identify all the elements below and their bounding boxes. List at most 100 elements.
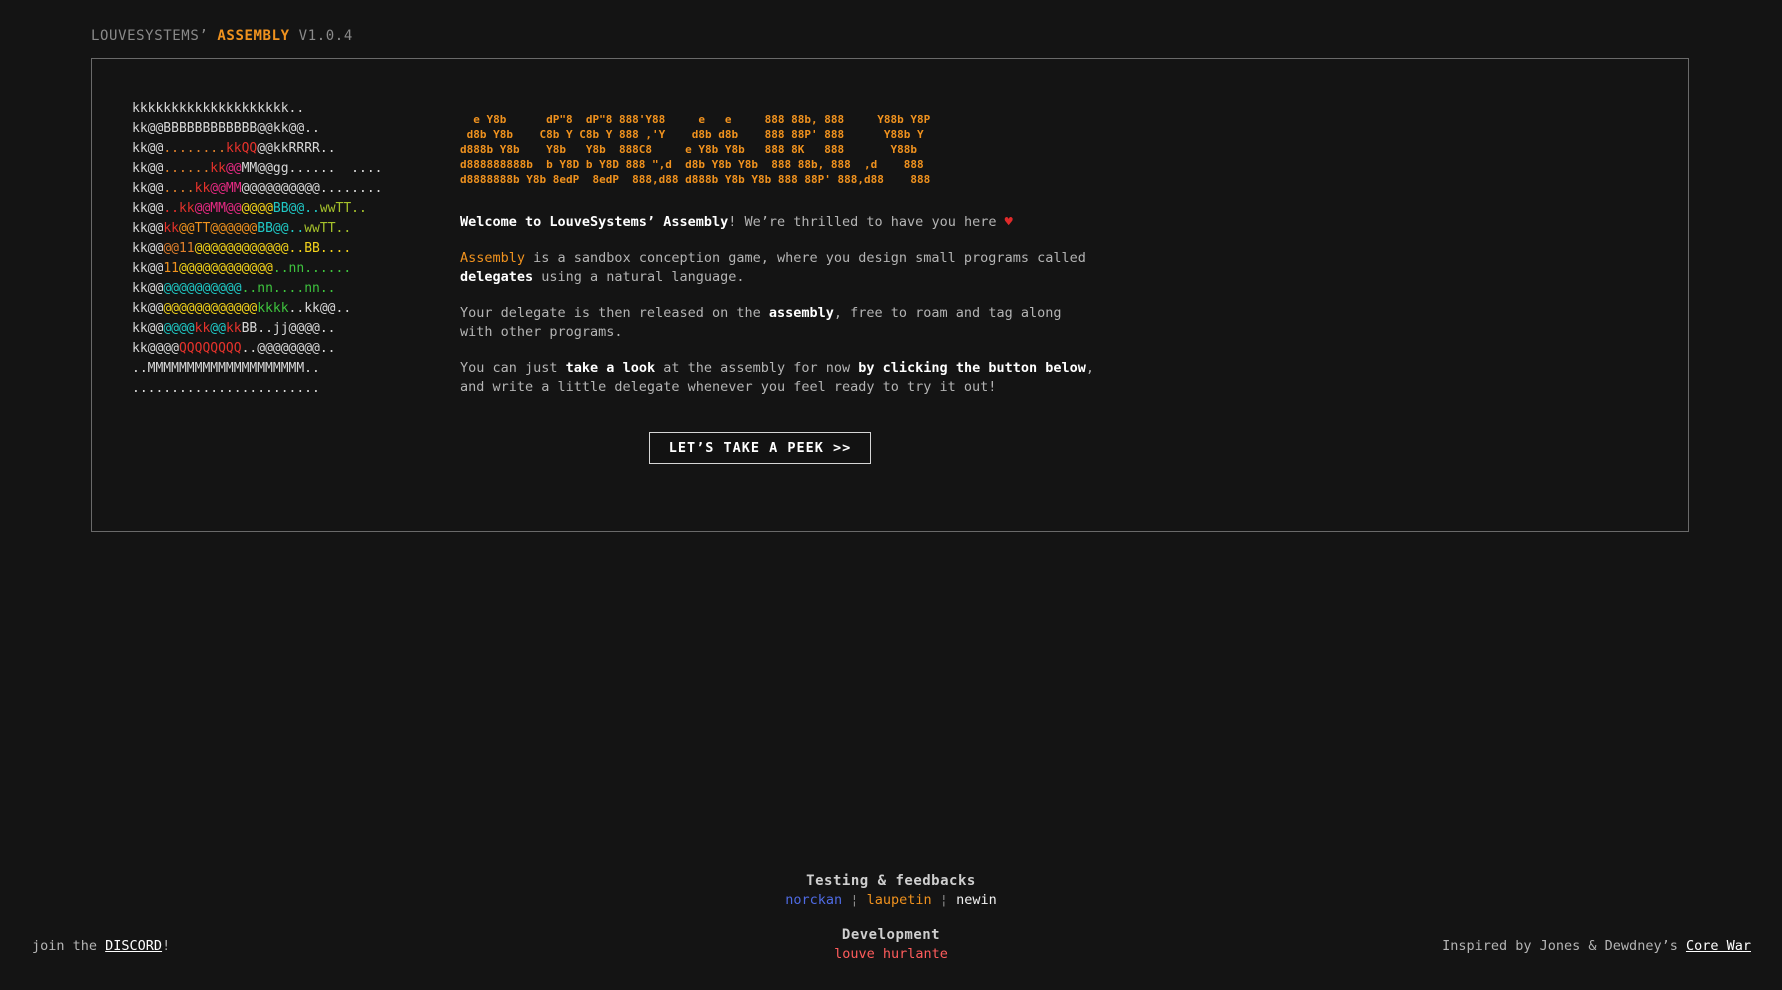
ascii-art-segment: @@ bbox=[241, 181, 258, 196]
language-text: using a natural language. bbox=[533, 269, 745, 285]
click-button-bold: by clicking the button below bbox=[858, 359, 1086, 376]
company-name: LOUVESYSTEMS’ bbox=[91, 28, 209, 44]
ascii-art-segment: ..@@@@@@@@.. bbox=[241, 341, 336, 356]
welcome-text: Welcome to LouveSystems’ bbox=[460, 214, 656, 230]
peek-text-1: You can just bbox=[460, 359, 566, 376]
app-header: LOUVESYSTEMS’ ASSEMBLY V1.0.4 bbox=[91, 28, 353, 44]
ascii-art-segment: @@kkRRRR.. bbox=[257, 141, 336, 156]
ascii-art-segment: @@@@@@@@........ bbox=[257, 181, 383, 196]
delegates-word: delegates bbox=[460, 269, 534, 285]
logo-line: e Y8b dP"8 dP"8 888'Y88 e e 888 88b, 888… bbox=[460, 113, 931, 126]
tester-norckan: norckan bbox=[785, 892, 843, 908]
assembly-bold: assembly bbox=[768, 304, 834, 321]
intro-paragraph-welcome: Welcome to LouveSystems’ Assembly! We’re… bbox=[460, 213, 1100, 233]
developer-louve-hurlante: louve hurlante bbox=[834, 946, 948, 962]
ascii-art-segment: wwTT.. bbox=[319, 201, 367, 216]
ascii-art-segment: @@MM@@ bbox=[194, 201, 242, 216]
ascii-art-segment: ........ bbox=[163, 141, 226, 156]
version-label: V1.0.4 bbox=[298, 28, 353, 44]
release-text: Your delegate is then released on the bbox=[460, 304, 769, 321]
assembly-ascii-logo: e Y8b dP"8 dP"8 888'Y88 e e 888 88b, 888… bbox=[460, 112, 930, 187]
heart-icon: ♥ bbox=[1004, 214, 1013, 230]
ascii-art-segment: kk@@ bbox=[132, 301, 164, 316]
ascii-art-segment: kk@@ bbox=[132, 141, 164, 156]
intro-paragraph-sandbox: Assembly is a sandbox conception game, w… bbox=[460, 249, 1100, 288]
logo-line: d888b Y8b Y8b Y8b 888C8 e Y8b Y8b 888 8K… bbox=[460, 143, 917, 156]
ascii-art-segment: kk bbox=[163, 221, 179, 236]
inspiration-note: Inspired by Jones & Dewdney’s Core War bbox=[1442, 938, 1751, 954]
separator: ¦ bbox=[939, 892, 948, 908]
ascii-art-line: kk@@@@@@@@@@@@@@kkkk..kk@@.. bbox=[132, 299, 382, 319]
peek-text-2: at the assembly for now bbox=[655, 359, 859, 376]
ascii-art-segment: @@@@@@@@@@@@ bbox=[163, 301, 258, 316]
ascii-art-segment: kk@@ bbox=[132, 201, 164, 216]
ascii-art-segment: 11 bbox=[163, 261, 179, 276]
ascii-art-segment: kk@@ bbox=[132, 221, 164, 236]
join-text: join the bbox=[32, 938, 106, 954]
ascii-art-line: kk@@@@@@@@@@@@..nn....nn.. bbox=[132, 279, 382, 299]
ascii-art-segment: kkkk bbox=[257, 301, 289, 316]
take-a-peek-button[interactable]: LET’S TAKE A PEEK >> bbox=[649, 432, 871, 464]
ascii-art-segment: ..MMMMMMMMMMMMMMMMMMMM.. bbox=[132, 361, 320, 376]
tester-laupetin: laupetin bbox=[866, 892, 932, 908]
ascii-art-segment: @@11 bbox=[163, 241, 195, 256]
ascii-art-segment: kk@@BBBBBBBBBBBB@@kk@@.. bbox=[132, 121, 320, 136]
ascii-art-line: kk@@........kkQQ@@kkRRRR.. bbox=[132, 139, 382, 159]
discord-link[interactable]: DISCORD bbox=[105, 938, 162, 954]
intro-paragraph-peek: You can just take a look at the assembly… bbox=[460, 359, 1100, 398]
sandbox-text: is a sandbox conception game, where you … bbox=[525, 249, 1086, 266]
ascii-art-illustration: kkkkkkkkkkkkkkkkkkkk.. kk@@BBBBBBBBBBBB@@… bbox=[132, 99, 382, 399]
tester-newin: newin bbox=[956, 892, 997, 908]
testing-credits: Testing & feedbacks norckan ¦ laupetin ¦… bbox=[0, 873, 1782, 908]
ascii-art-segment: kk@@ bbox=[132, 281, 164, 296]
separator: ¦ bbox=[850, 892, 859, 908]
ascii-art-segment: @@@@ bbox=[163, 321, 195, 336]
core-war-link[interactable]: Core War bbox=[1686, 938, 1751, 954]
assembly-highlight: Assembly bbox=[663, 214, 729, 230]
ascii-art-segment: kk@@@@ bbox=[132, 341, 179, 356]
ascii-art-segment: @@@@@@@@@@@@ bbox=[178, 261, 273, 276]
logo-line: d8888888b Y8b 8edP 8edP 888,d88 d888b Y8… bbox=[460, 173, 931, 186]
ascii-art-segment: kk@@ bbox=[132, 321, 164, 336]
ascii-art-segment: @@@@@@@@@@ bbox=[163, 281, 242, 296]
ascii-art-segment: kk bbox=[194, 181, 211, 196]
assembly-word: Assembly bbox=[460, 249, 526, 266]
intro-paragraph-release: Your delegate is then released on the as… bbox=[460, 304, 1100, 343]
ascii-art-line: ..MMMMMMMMMMMMMMMMMMMM.. bbox=[132, 359, 382, 379]
testers-list: norckan ¦ laupetin ¦ newin bbox=[0, 892, 1782, 908]
ascii-art-segment: @@@@ bbox=[241, 201, 273, 216]
ascii-art-segment: kkkkkkkkkkkkkkkkkkkk.. bbox=[132, 101, 305, 116]
ascii-art-segment: QQQQQQQQ bbox=[178, 341, 242, 356]
ascii-art-line: kk@@11@@@@@@@@@@@@..nn...... bbox=[132, 259, 382, 279]
ascii-art-segment: kk@@ bbox=[132, 261, 164, 276]
ascii-art-segment: kk bbox=[225, 321, 242, 336]
ascii-art-line: kk@@..kk@@MM@@@@@@BB@@..wwTT.. bbox=[132, 199, 382, 219]
ascii-art-line: kk@@kk@@TT@@@@@@BB@@..wwTT.. bbox=[132, 219, 382, 239]
ascii-art-segment: @@TT@@@@@@ bbox=[178, 221, 258, 236]
discord-invite: join the DISCORD! bbox=[32, 938, 170, 954]
ascii-art-segment: @@ bbox=[210, 321, 226, 336]
intro-text: Welcome to LouveSystems’ Assembly! We’re… bbox=[460, 213, 1100, 414]
inspired-text: Inspired by Jones & Dewdney’s bbox=[1442, 938, 1686, 954]
take-a-look-bold: take a look bbox=[565, 359, 656, 376]
ascii-art-segment: kk@@ bbox=[132, 181, 164, 196]
ascii-art-line: kk@@@@QQQQQQQQ..@@@@@@@@.. bbox=[132, 339, 382, 359]
ascii-art-line: kk@@BBBBBBBBBBBB@@kk@@.. bbox=[132, 119, 382, 139]
ascii-art-segment: kk@@ bbox=[132, 161, 164, 176]
ascii-art-line: ........................ bbox=[132, 379, 382, 399]
ascii-art-segment: BB@@.. bbox=[272, 201, 320, 216]
welcome-panel: kkkkkkkkkkkkkkkkkkkk.. kk@@BBBBBBBBBBBB@@… bbox=[91, 58, 1689, 532]
ascii-art-segment: ..kk bbox=[163, 201, 195, 216]
ascii-art-segment: @@MM bbox=[210, 181, 242, 196]
ascii-art-line: kk@@....kk@@MM@@@@@@@@@@........ bbox=[132, 179, 382, 199]
product-name: ASSEMBLY bbox=[217, 28, 290, 44]
ascii-art-segment: ........................ bbox=[132, 381, 320, 396]
ascii-art-segment: kk@@ bbox=[132, 241, 164, 256]
ascii-art-line: kk@@......kk@@MM@@gg...... .... bbox=[132, 159, 382, 179]
thrilled-text: ! We’re thrilled to have you here bbox=[728, 214, 997, 230]
ascii-art-line: kk@@@@@@kk@@kkBB..jj@@@@.. bbox=[132, 319, 382, 339]
logo-line: d888888888b b Y8D b Y8D 888 ",d d8b Y8b … bbox=[460, 158, 924, 171]
ascii-art-line: kkkkkkkkkkkkkkkkkkkk.. bbox=[132, 99, 382, 119]
ascii-art-segment: .... bbox=[163, 181, 195, 196]
ascii-art-segment: ..nn...... bbox=[272, 261, 352, 276]
